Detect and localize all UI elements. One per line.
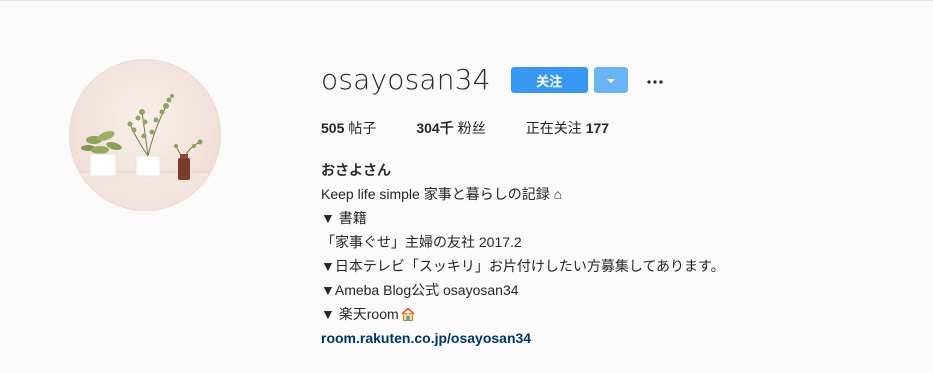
bio-line: ▼ 書籍	[321, 210, 367, 226]
followers-count-label: 粉丝	[457, 120, 486, 136]
profile-bio: おさよさん Keep life simple 家事と暮らしの記録 ⌂ ▼ 書籍 …	[321, 158, 725, 350]
more-options-icon	[647, 71, 663, 89]
posts-count-label: 帖子	[348, 120, 377, 136]
following-count[interactable]: 正在关注 177	[526, 119, 609, 137]
profile-stats: 505 帖子 304千 粉丝 正在关注 177	[321, 119, 609, 137]
follow-button[interactable]: 关注	[510, 67, 588, 93]
top-divider	[0, 0, 933, 1]
posts-count: 505 帖子	[321, 119, 376, 137]
avatar-plant-photo	[70, 94, 220, 210]
profile-full-name: おさよさん	[321, 162, 391, 178]
following-count-label: 正在关注	[525, 120, 582, 136]
bio-line: Keep life simple 家事と暮らしの記録 ⌂	[321, 186, 563, 202]
following-count-value: 177	[585, 120, 610, 136]
bio-line-text: ▼ 楽天room	[321, 306, 399, 322]
bio-line-rakuten: ▼ 楽天room	[321, 302, 725, 326]
username: osayosan34	[321, 63, 491, 96]
avatar[interactable]	[69, 59, 221, 211]
external-profile-link[interactable]: room.rakuten.co.jp/osayosan34	[321, 326, 725, 350]
posts-count-value: 505	[321, 120, 345, 136]
bio-line: ▼日本テレビ「スッキリ」お片付けしたい方募集してあります。	[321, 258, 725, 274]
suggestions-dropdown-button[interactable]	[593, 67, 628, 93]
chevron-down-icon	[606, 71, 616, 89]
bio-line: 「家事ぐせ」主婦の友社 2017.2	[321, 234, 522, 250]
bio-line: ▼Ameba Blog公式 osayosan34	[321, 282, 519, 298]
profile-header: osayosan34 关注	[321, 62, 666, 98]
more-options-button[interactable]	[644, 67, 666, 93]
followers-count[interactable]: 304千 粉丝	[416, 119, 485, 137]
house-icon	[400, 306, 416, 322]
followers-count-value: 304千	[416, 120, 454, 136]
